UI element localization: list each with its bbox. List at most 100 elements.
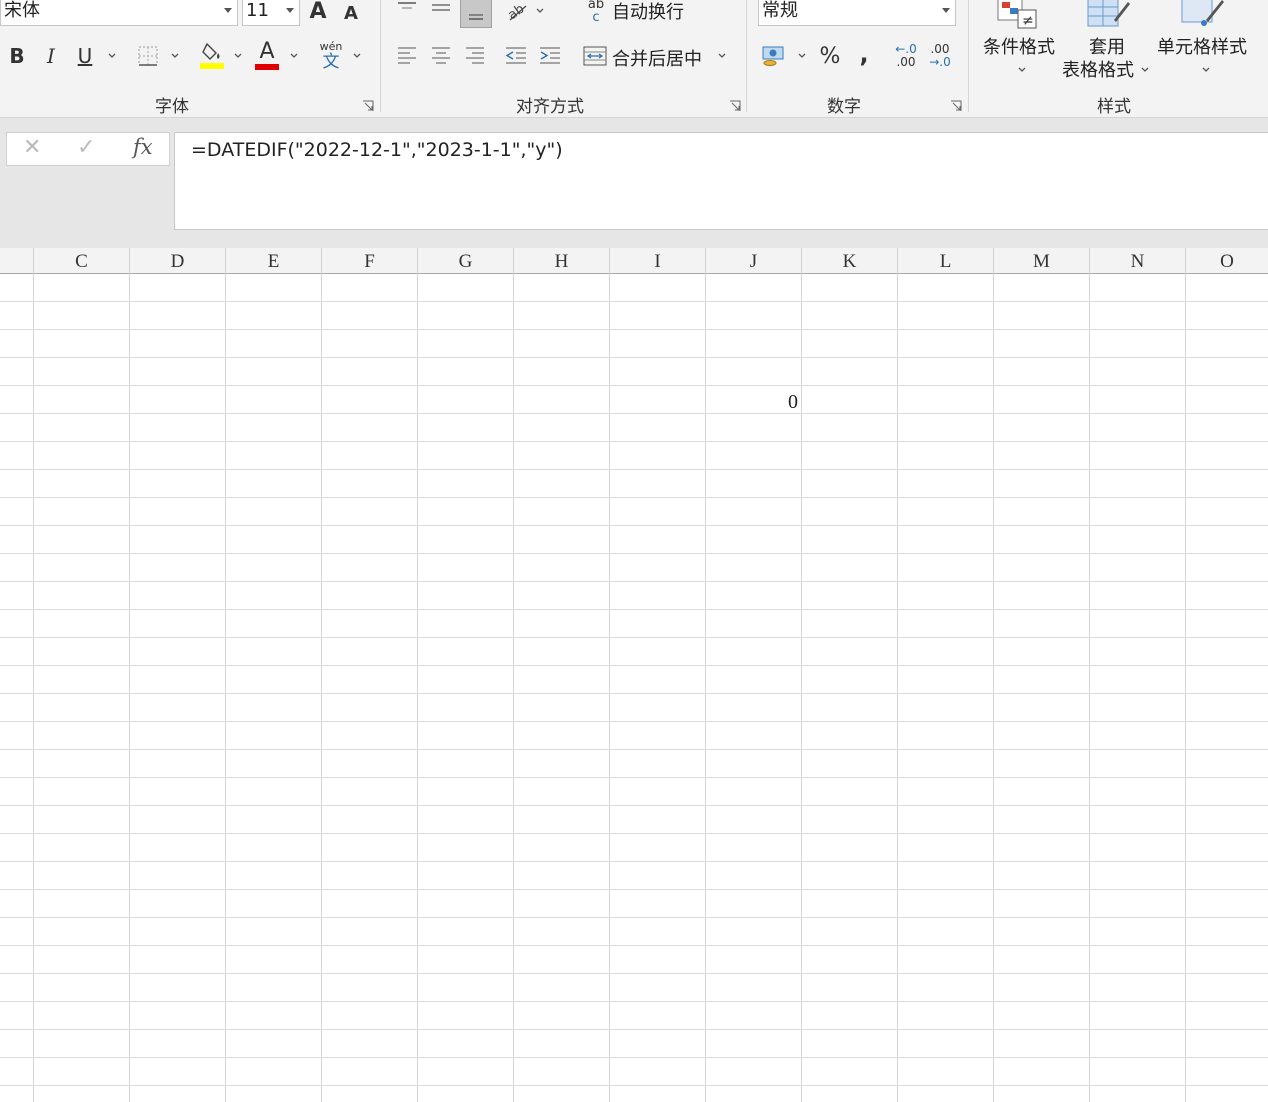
align-left-button[interactable] — [394, 42, 420, 70]
number-format-combo[interactable]: 常规 — [758, 0, 956, 26]
italic-button[interactable]: I — [38, 42, 64, 70]
column-header-e[interactable]: E — [226, 248, 322, 274]
decrease-decimal-button[interactable]: .00 →.0 — [924, 40, 956, 72]
align-top-icon — [398, 2, 416, 9]
middle-align-button[interactable] — [428, 0, 454, 18]
decrease-font-size-button[interactable]: A — [340, 0, 362, 28]
column-header-d[interactable]: D — [130, 248, 226, 274]
row-gridline — [0, 833, 1268, 834]
fill-color-button[interactable] — [198, 40, 226, 70]
font-color-swatch — [255, 63, 279, 70]
border-icon — [138, 46, 158, 66]
row-gridline — [0, 1085, 1268, 1086]
increase-font-size-button[interactable]: A — [306, 0, 330, 26]
phonetic-guide-button[interactable]: wén 文 — [316, 40, 346, 72]
accounting-format-button[interactable] — [760, 42, 788, 70]
table-format-button[interactable]: 表格格式 — [1060, 60, 1136, 82]
cell-grid[interactable]: 0 — [0, 274, 1268, 1102]
column-header-k[interactable]: K — [802, 248, 898, 274]
chevron-down-icon[interactable] — [290, 53, 298, 61]
column-gridline — [1185, 274, 1186, 1102]
chevron-down-icon[interactable] — [798, 53, 806, 61]
dialog-launcher-icon[interactable] — [729, 97, 741, 111]
cancel-icon[interactable]: ✕ — [23, 135, 41, 160]
underline-button[interactable]: U — [72, 42, 98, 70]
cell-styles-icon — [1178, 0, 1226, 34]
chevron-down-icon[interactable] — [1141, 67, 1149, 75]
dialog-launcher-icon[interactable] — [950, 97, 962, 111]
phonetic-icon: 文 — [322, 52, 340, 72]
chevron-down-icon — [942, 8, 950, 13]
decrease-indent-button[interactable] — [502, 42, 530, 70]
enter-icon[interactable]: ✓ — [77, 135, 95, 160]
row-gridline — [0, 553, 1268, 554]
column-gridline — [993, 274, 994, 1102]
chevron-down-icon[interactable] — [108, 53, 116, 61]
chevron-down-icon[interactable] — [718, 53, 726, 61]
cell-styles-button[interactable]: 单元格样式 — [1154, 37, 1250, 59]
ribbon: 宋体 11 A A B I U A wén 文 字体 ab ab c 自动换行 … — [0, 0, 1268, 118]
row-gridline — [0, 357, 1268, 358]
table-format-label-1[interactable]: 套用 — [1070, 37, 1144, 59]
column-header-i[interactable]: I — [610, 248, 706, 274]
top-align-button[interactable] — [394, 0, 420, 18]
column-header-partial[interactable] — [0, 248, 34, 274]
chevron-down-icon[interactable] — [536, 8, 544, 16]
comma-style-button[interactable]: , — [852, 40, 876, 68]
conditional-format-button[interactable]: 条件格式 — [982, 37, 1056, 59]
column-gridline — [1089, 274, 1090, 1102]
font-size-combo[interactable]: 11 — [242, 0, 300, 26]
wrap-text-button[interactable]: 自动换行 — [612, 0, 684, 24]
font-color-button[interactable]: A — [254, 40, 280, 70]
formula-input[interactable]: =DATEDIF("2022-12-1","2023-1-1","y") — [174, 132, 1268, 230]
chevron-down-icon[interactable] — [1202, 67, 1210, 75]
column-gridline — [321, 274, 322, 1102]
row-gridline — [0, 693, 1268, 694]
align-center-icon — [432, 47, 450, 64]
dialog-launcher-icon[interactable] — [362, 97, 374, 111]
chevron-down-icon[interactable] — [1018, 67, 1026, 75]
formula-text: =DATEDIF("2022-12-1","2023-1-1","y") — [191, 139, 563, 161]
column-header-g[interactable]: G — [418, 248, 514, 274]
font-group-label: 字体 — [155, 97, 189, 117]
align-center-button[interactable] — [428, 42, 454, 70]
insert-function-icon[interactable]: fx — [133, 135, 153, 159]
column-gridline — [513, 274, 514, 1102]
column-header-row: C D E F G H I J K L M N O — [0, 248, 1268, 274]
orientation-button[interactable]: ab — [504, 0, 532, 24]
chevron-down-icon[interactable] — [234, 53, 242, 61]
column-header-m[interactable]: M — [994, 248, 1090, 274]
group-separator — [746, 0, 747, 112]
bold-button[interactable]: B — [4, 42, 30, 70]
align-right-button[interactable] — [462, 42, 488, 70]
borders-button[interactable] — [136, 44, 160, 68]
row-gridline — [0, 973, 1268, 974]
percent-style-button[interactable]: % — [816, 42, 844, 70]
font-name-combo[interactable]: 宋体 — [0, 0, 238, 26]
increase-decimal-button[interactable]: ←.0 .00 — [890, 40, 922, 72]
row-gridline — [0, 1029, 1268, 1030]
font-color-icon: A — [259, 38, 275, 64]
percent-icon: % — [819, 43, 841, 69]
align-middle-icon — [432, 4, 450, 11]
column-header-h[interactable]: H — [514, 248, 610, 274]
column-header-c[interactable]: C — [34, 248, 130, 274]
cell-j-value[interactable]: 0 — [706, 388, 798, 416]
decrease-decimal-icon-bottom: →.0 — [929, 55, 951, 69]
increase-decimal-icon-bottom: .00 — [896, 55, 916, 69]
chevron-down-icon[interactable] — [171, 53, 179, 61]
row-gridline — [0, 413, 1268, 414]
column-gridline — [129, 274, 130, 1102]
styles-group-label: 样式 — [1097, 97, 1131, 117]
column-header-n[interactable]: N — [1090, 248, 1186, 274]
align-right-icon — [466, 47, 484, 64]
column-header-j[interactable]: J — [706, 248, 802, 274]
increase-indent-button[interactable] — [536, 42, 564, 70]
merge-center-button[interactable]: 合并后居中 — [612, 45, 702, 71]
column-header-o[interactable]: O — [1186, 248, 1268, 274]
font-grow-icon: A — [309, 0, 327, 24]
column-header-l[interactable]: L — [898, 248, 994, 274]
chevron-down-icon[interactable] — [353, 53, 361, 61]
column-header-f[interactable]: F — [322, 248, 418, 274]
bottom-align-button[interactable] — [460, 0, 492, 28]
